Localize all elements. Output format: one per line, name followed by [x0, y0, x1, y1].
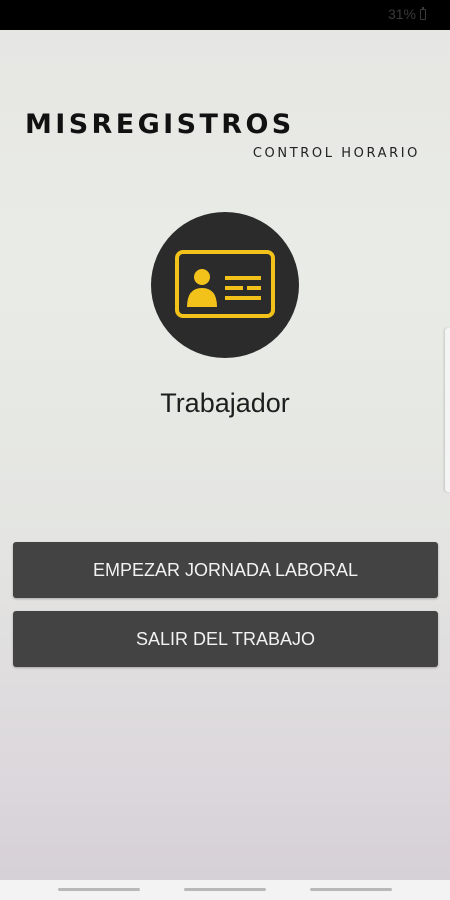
status-bar: 31%	[0, 0, 450, 30]
leave-work-button[interactable]: SALIR DEL TRABAJO	[13, 611, 438, 667]
id-card-icon	[175, 250, 275, 318]
battery-percentage: 31%	[387, 6, 416, 22]
battery-icon	[420, 7, 426, 20]
side-panel-handle[interactable]	[445, 328, 450, 492]
nav-home[interactable]	[184, 888, 266, 891]
start-workday-button[interactable]: EMPEZAR JORNADA LABORAL	[13, 542, 438, 598]
role-label: Trabajador	[160, 388, 290, 418]
nav-back[interactable]	[310, 888, 392, 891]
app-title: MISREGISTROS	[25, 109, 295, 140]
navigation-bar	[0, 880, 450, 900]
nav-recent-apps[interactable]	[58, 888, 140, 891]
avatar	[151, 212, 299, 358]
app-subtitle: CONTROL HORARIO	[252, 146, 420, 161]
